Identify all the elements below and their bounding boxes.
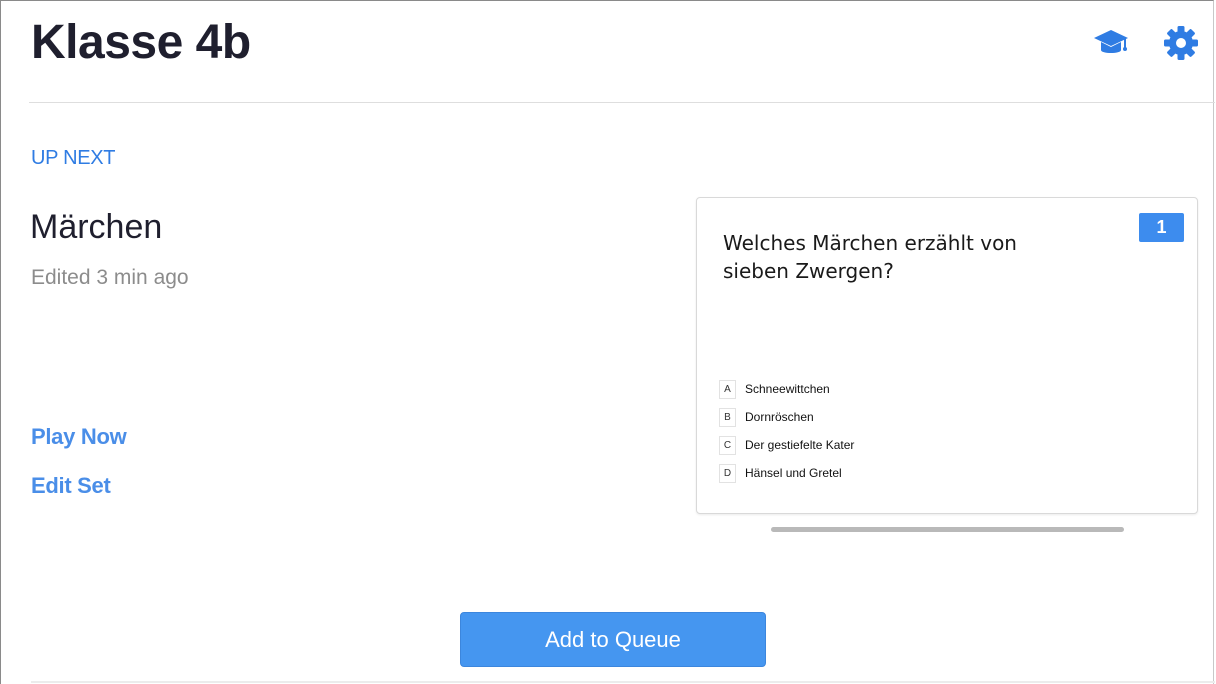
up-next-label: UP NEXT — [31, 147, 116, 169]
play-now-link[interactable]: Play Now — [31, 424, 127, 450]
header-divider — [29, 102, 1215, 103]
answer-option: C Der gestiefelte Kater — [719, 431, 854, 459]
answer-letter: D — [719, 463, 736, 483]
preview-scrollbar[interactable] — [771, 527, 1124, 532]
answer-text: Dornröschen — [745, 410, 814, 424]
class-title: Klasse 4b — [31, 16, 251, 69]
app-window: Klasse 4b UP NEXT Märchen Edited 3 min a… — [0, 0, 1215, 684]
gear-icon[interactable] — [1163, 25, 1199, 61]
answer-letter: B — [719, 407, 736, 427]
answer-letter: C — [719, 435, 736, 455]
answer-text: Schneewittchen — [745, 382, 830, 396]
answer-option: B Dornröschen — [719, 403, 854, 431]
answer-letter: A — [719, 379, 736, 399]
answer-option: A Schneewittchen — [719, 375, 854, 403]
edit-set-link[interactable]: Edit Set — [31, 473, 111, 499]
graduation-cap-icon[interactable] — [1093, 25, 1129, 61]
set-title: Märchen — [30, 208, 163, 246]
question-preview-card[interactable]: 1 Welches Märchen erzählt von sieben Zwe… — [696, 197, 1198, 514]
answer-option: D Hänsel und Gretel — [719, 459, 854, 487]
question-text: Welches Märchen erzählt von sieben Zwerg… — [723, 231, 1017, 283]
edited-timestamp: Edited 3 min ago — [31, 266, 189, 289]
bottom-divider — [31, 681, 1215, 683]
question-number-badge: 1 — [1139, 213, 1184, 242]
add-to-queue-button[interactable]: Add to Queue — [460, 612, 766, 667]
answer-text: Hänsel und Gretel — [745, 466, 842, 480]
answer-text: Der gestiefelte Kater — [745, 438, 855, 452]
answer-list: A Schneewittchen B Dornröschen C Der ges… — [719, 375, 854, 487]
